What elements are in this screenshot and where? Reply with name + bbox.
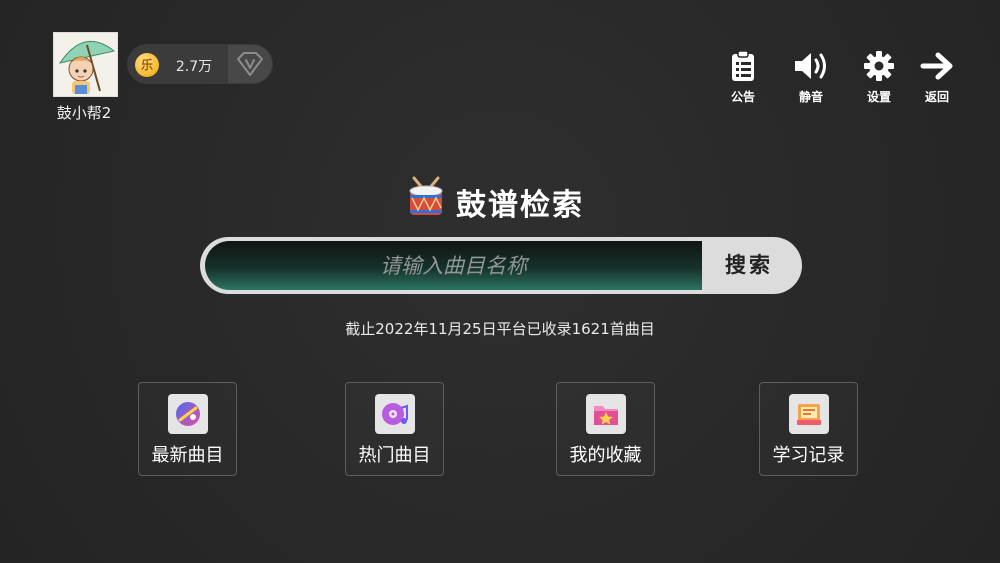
library-notice: 截止2022年11月25日平台已收录1621首曲目 [345,320,655,338]
back-button[interactable]: 返回 [915,50,959,105]
study-record-icon [789,394,829,434]
category-favorites[interactable]: 我的收藏 [556,382,655,476]
search-input[interactable] [205,241,702,290]
category-study-record[interactable]: 学习记录 [759,382,858,476]
settings-label: 设置 [866,90,891,104]
category-hot-tracks[interactable]: 热门曲目 [345,382,444,476]
announcement-icon [721,50,765,82]
category-label: 我的收藏 [569,445,642,466]
coin-balance: 2.7万 [175,59,213,75]
username: 鼓小帮2 [56,104,112,122]
mute-label: 静音 [798,90,823,104]
diamond-icon [234,51,266,81]
announcement-label: 公告 [730,90,755,104]
announcement-button[interactable]: 公告 [721,50,765,105]
arrow-right-icon [915,50,959,82]
category-label: 热门曲目 [358,445,431,466]
search-button[interactable]: 搜索 [702,241,796,290]
hot-tracks-icon [375,394,415,434]
settings-button[interactable]: 设置 [857,50,901,105]
category-label: 最新曲目 [151,445,224,466]
speaker-icon [789,50,833,82]
coin-icon: 乐 [135,53,159,77]
new-tracks-icon [168,394,208,434]
favorites-icon [586,394,626,434]
drum-icon [406,176,446,222]
gear-icon [857,50,901,82]
back-label: 返回 [924,90,949,104]
category-label: 学习记录 [772,445,845,466]
avatar[interactable] [53,32,118,97]
mute-button[interactable]: 静音 [789,50,833,105]
page-title: 鼓谱检索 [456,188,584,223]
category-new-tracks[interactable]: 最新曲目 [138,382,237,476]
